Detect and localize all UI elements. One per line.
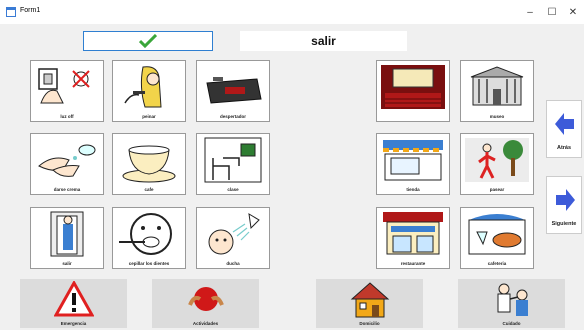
card-darse-crema[interactable]: darse crema	[30, 133, 104, 195]
card-tienda[interactable]: tienda	[376, 133, 450, 195]
card-label: pasear	[489, 187, 505, 192]
category-label: Domicilio	[359, 321, 380, 326]
card-luz-off[interactable]: luz off	[30, 60, 104, 122]
category-label: Actividades	[192, 321, 219, 326]
card-label: salir	[62, 261, 72, 266]
next-button[interactable]: Siguiente	[546, 176, 582, 234]
category-label: Cuidado	[502, 321, 521, 326]
card-label: peinar	[142, 114, 156, 119]
card-cine[interactable]	[376, 60, 450, 122]
card-salir[interactable]: salir	[30, 207, 104, 269]
walk-icon	[465, 138, 529, 182]
coffee-cup-icon	[122, 145, 176, 183]
title-bar: Form1 – ☐ ✕	[0, 0, 584, 24]
arrow-right-icon	[556, 189, 575, 211]
brush-teeth-icon	[119, 213, 172, 255]
command-display: salir	[240, 31, 407, 51]
category-label: Emergencia	[60, 321, 87, 326]
category-domicilio[interactable]: Domicilio	[316, 279, 423, 328]
next-label: Siguiente	[551, 221, 577, 227]
card-restaurante[interactable]: restaurante	[376, 207, 450, 269]
card-pasear[interactable]: pasear	[460, 133, 534, 195]
card-despertador[interactable]: despertador	[196, 60, 270, 122]
card-label: museo	[489, 114, 505, 119]
card-label: darse crema	[53, 187, 81, 192]
back-label: Atrás	[556, 145, 572, 151]
back-button[interactable]: Atrás	[546, 100, 582, 158]
card-label: restaurante	[400, 261, 426, 266]
card-peinar[interactable]: peinar	[112, 60, 186, 122]
category-emergencia[interactable]: Emergencia	[20, 279, 127, 328]
confirm-button[interactable]	[83, 31, 213, 51]
maximize-button[interactable]: ☐	[542, 0, 562, 24]
card-label: cepillar los dientes	[128, 261, 170, 266]
card-label: cafeteria	[487, 261, 507, 266]
card-label: tienda	[406, 187, 420, 192]
activities-icon	[187, 287, 224, 311]
card-museo[interactable]: museo	[460, 60, 534, 122]
restaurant-icon	[383, 212, 443, 255]
arrow-left-icon	[555, 113, 574, 135]
card-cafeteria[interactable]: cafeteria	[460, 207, 534, 269]
shower-icon	[208, 213, 260, 255]
category-actividades[interactable]: Actividades	[152, 279, 259, 328]
card-clase[interactable]: clase	[196, 133, 270, 195]
card-label: ducha	[226, 261, 240, 266]
minimize-button[interactable]: –	[520, 0, 540, 24]
card-label: cafe	[144, 187, 154, 192]
window-title: Form1	[20, 7, 41, 14]
app-icon	[6, 7, 16, 17]
cream-hands-icon	[38, 144, 96, 177]
card-cafe[interactable]: cafe	[112, 133, 186, 195]
comb-hair-icon	[124, 66, 162, 108]
category-cuidado[interactable]: Cuidado	[458, 279, 565, 328]
close-button[interactable]: ✕	[563, 0, 583, 24]
card-ducha[interactable]: ducha	[196, 207, 270, 269]
shop-icon	[383, 140, 443, 181]
warning-icon	[53, 281, 94, 317]
card-label: despertador	[219, 114, 246, 119]
cinema-icon	[381, 65, 445, 109]
card-cepillar-dientes[interactable]: cepillar los dientes	[112, 207, 186, 269]
museum-icon	[470, 66, 524, 106]
card-label: clase	[227, 187, 239, 192]
classroom-icon	[204, 137, 262, 183]
light-switch-icon	[38, 68, 90, 104]
card-label: luz off	[60, 114, 74, 119]
cafeteria-icon	[468, 214, 526, 255]
alarm-clock-icon	[206, 77, 262, 104]
checkmark-icon	[139, 34, 157, 48]
house-icon	[350, 282, 389, 318]
door-exit-icon	[50, 211, 84, 257]
care-icon	[497, 283, 528, 316]
